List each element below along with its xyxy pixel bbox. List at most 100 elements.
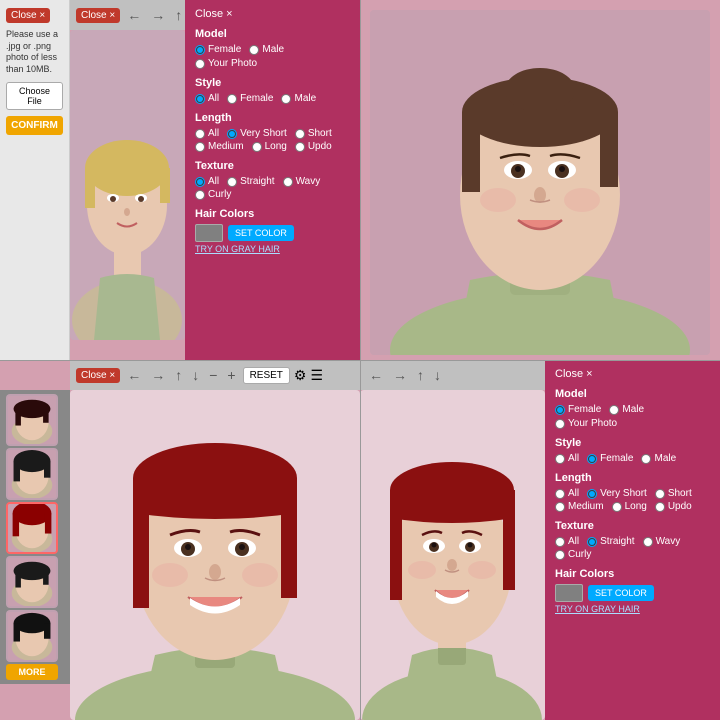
bl-gear-button[interactable]: ⚙ xyxy=(294,367,307,384)
tl-length-all-radio[interactable]: All xyxy=(195,128,219,139)
br-nav-left-button[interactable]: ← xyxy=(366,365,386,385)
tl-color-swatch[interactable] xyxy=(195,224,223,242)
br-style-section: Style All Female Male xyxy=(555,437,710,464)
bl-nav-minus-button[interactable]: − xyxy=(206,365,220,385)
br-texture-all-radio[interactable]: All xyxy=(555,536,579,547)
tl-length-title: Length xyxy=(195,112,350,124)
br-length-vshort-radio[interactable]: Very Short xyxy=(587,488,647,499)
br-length-long-radio[interactable]: Long xyxy=(612,501,647,512)
tl-texture-title: Texture xyxy=(195,160,350,172)
br-set-color-button[interactable]: SET COLOR xyxy=(588,585,654,601)
bl-quadrant: MORE Close × ← → ↑ ↓ − + RESET ⚙ ☰ xyxy=(0,360,360,720)
tl-style-female-radio[interactable]: Female xyxy=(227,93,273,104)
tl-male-radio[interactable]: Male xyxy=(249,44,284,55)
br-style-male-radio[interactable]: Male xyxy=(641,453,676,464)
tl-texture-wavy-radio[interactable]: Wavy xyxy=(283,176,321,187)
br-length-all-radio[interactable]: All xyxy=(555,488,579,499)
more-button[interactable]: MORE xyxy=(6,664,58,680)
tl-hair-colors-section: Hair Colors SET COLOR TRY ON GRAY HAIR xyxy=(195,208,350,254)
br-female-radio[interactable]: Female xyxy=(555,404,601,415)
br-texture-curly-radio[interactable]: Curly xyxy=(555,549,591,560)
tl-texture-section: Texture All Straight Wavy Curly xyxy=(195,160,350,200)
bl-nav-close-button[interactable]: Close × xyxy=(76,368,120,383)
br-quadrant: ← → ↑ ↓ xyxy=(360,360,720,720)
br-hair-colors-title: Hair Colors xyxy=(555,568,710,580)
br-style-all-radio[interactable]: All xyxy=(555,453,579,464)
tl-length-section: Length All Very Short Short Medi xyxy=(195,112,350,152)
br-nav-up-button[interactable]: ↑ xyxy=(414,365,427,385)
tl-upload-close-button[interactable]: Close × xyxy=(6,8,50,23)
bl-nav-right-button[interactable]: → xyxy=(148,365,168,385)
tr-face-photo-area xyxy=(370,10,710,355)
thumb-4[interactable] xyxy=(6,556,58,608)
thumb-3[interactable] xyxy=(6,502,58,554)
br-face-photo-area xyxy=(360,390,545,720)
choose-file-button[interactable]: Choose File xyxy=(6,82,63,110)
tl-set-color-button[interactable]: SET COLOR xyxy=(228,225,294,241)
tl-nav-left-button[interactable]: ← xyxy=(124,5,144,25)
br-model-section: Model Female Male Your Photo xyxy=(555,388,710,429)
tl-texture-straight-radio[interactable]: Straight xyxy=(227,176,274,187)
bl-nav-up-button[interactable]: ↑ xyxy=(172,365,185,385)
tl-face-photo-area xyxy=(70,30,185,340)
tl-texture-curly-radio[interactable]: Curly xyxy=(195,189,231,200)
br-length-section: Length All Very Short Short Medi xyxy=(555,472,710,512)
bl-nav-left-button[interactable]: ← xyxy=(124,365,144,385)
br-length-medium-radio[interactable]: Medium xyxy=(555,501,604,512)
br-texture-straight-radio[interactable]: Straight xyxy=(587,536,634,547)
br-length-updo-radio[interactable]: Updo xyxy=(655,501,692,512)
tl-model-section: Model Female Male Your Photo xyxy=(195,28,350,69)
tl-length-vshort-radio[interactable]: Very Short xyxy=(227,128,287,139)
br-male-radio[interactable]: Male xyxy=(609,404,644,415)
br-texture-title: Texture xyxy=(555,520,710,532)
bl-face-photo-area xyxy=(70,390,360,720)
upload-panel: Close × Please use a .jpg or .png photo … xyxy=(0,0,70,360)
br-length-short-radio[interactable]: Short xyxy=(655,488,692,499)
tl-length-long-radio[interactable]: Long xyxy=(252,141,287,152)
tl-style-section: Style All Female Male xyxy=(195,77,350,104)
tl-your-photo-radio[interactable]: Your Photo xyxy=(195,58,257,69)
tl-model-title: Model xyxy=(195,28,350,40)
tl-style-title: Style xyxy=(195,77,350,89)
br-model-title: Model xyxy=(555,388,710,400)
br-nav-right-button[interactable]: → xyxy=(390,365,410,385)
bl-hamburger-button[interactable]: ☰ xyxy=(310,367,323,384)
bl-nav-plus-button[interactable]: + xyxy=(224,365,238,385)
thumb-1[interactable] xyxy=(6,394,58,446)
bl-nav-down-button[interactable]: ↓ xyxy=(189,365,202,385)
br-your-photo-radio[interactable]: Your Photo xyxy=(555,418,617,429)
br-style-title: Style xyxy=(555,437,710,449)
tl-try-gray-button[interactable]: TRY ON GRAY HAIR xyxy=(195,244,280,254)
horizontal-divider xyxy=(0,360,720,361)
tl-length-medium-radio[interactable]: Medium xyxy=(195,141,244,152)
br-nav-down-button[interactable]: ↓ xyxy=(431,365,444,385)
tl-nav-close-button[interactable]: Close × xyxy=(76,8,120,23)
tl-texture-all-radio[interactable]: All xyxy=(195,176,219,187)
br-length-title: Length xyxy=(555,472,710,484)
bl-nav-bar: Close × ← → ↑ ↓ − + RESET ⚙ ☰ xyxy=(70,360,360,390)
tl-nav-up-button[interactable]: ↑ xyxy=(172,5,185,25)
tl-style-male-radio[interactable]: Male xyxy=(281,93,316,104)
br-panel-close-button[interactable]: Close × xyxy=(555,368,593,380)
br-color-swatch[interactable] xyxy=(555,584,583,602)
tl-style-all-radio[interactable]: All xyxy=(195,93,219,104)
tl-model-panel: Close × Model Female Male Your Photo xyxy=(185,0,360,360)
tl-length-updo-radio[interactable]: Updo xyxy=(295,141,332,152)
br-model-panel: Close × Model Female Male Your Photo xyxy=(545,360,720,720)
tl-female-radio[interactable]: Female xyxy=(195,44,241,55)
br-texture-wavy-radio[interactable]: Wavy xyxy=(643,536,681,547)
confirm-button[interactable]: CONFIRM xyxy=(6,116,63,135)
br-try-gray-button[interactable]: TRY ON GRAY HAIR xyxy=(555,604,640,614)
thumb-5[interactable] xyxy=(6,610,58,662)
tl-nav-right-button[interactable]: → xyxy=(148,5,168,25)
bl-thumb-strip: MORE xyxy=(0,390,70,684)
br-style-female-radio[interactable]: Female xyxy=(587,453,633,464)
tl-panel-close-button[interactable]: Close × xyxy=(195,8,233,20)
br-texture-section: Texture All Straight Wavy Curly xyxy=(555,520,710,560)
bl-reset-button[interactable]: RESET xyxy=(243,367,290,384)
thumb-2[interactable] xyxy=(6,448,58,500)
upload-instructions: Please use a .jpg or .png photo of less … xyxy=(6,29,63,76)
tr-quadrant xyxy=(360,0,720,360)
tl-length-short-radio[interactable]: Short xyxy=(295,128,332,139)
br-nav-bar: ← → ↑ ↓ xyxy=(360,360,550,390)
